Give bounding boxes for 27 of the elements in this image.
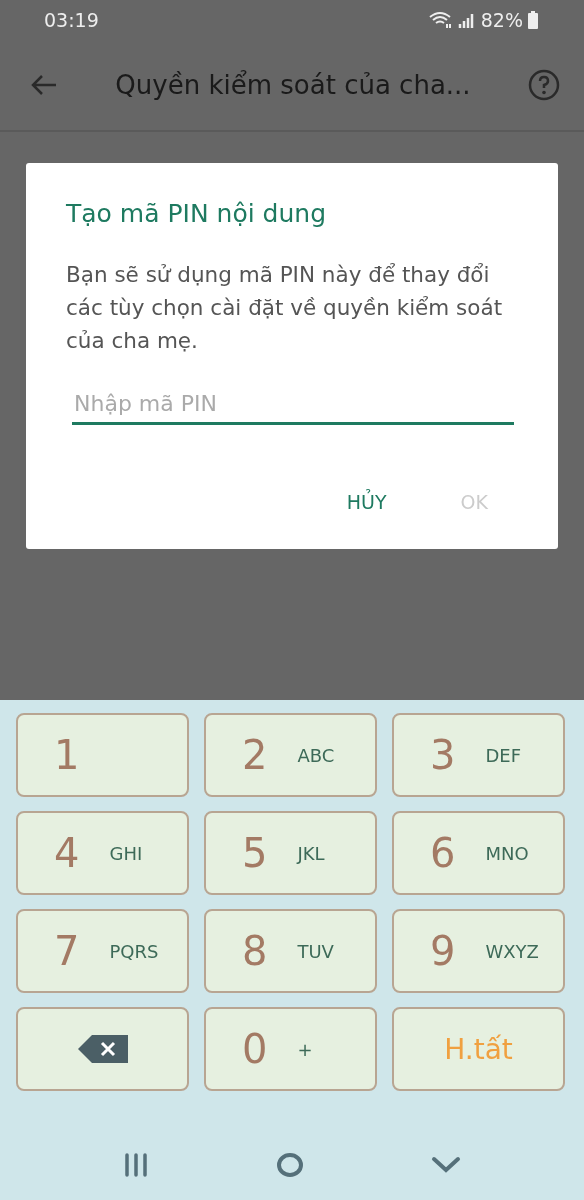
- digit-key[interactable]: 3 DEF: [392, 713, 565, 797]
- home-icon[interactable]: [276, 1152, 304, 1178]
- signal-icon: [457, 11, 476, 29]
- status-time: 03:19: [44, 9, 99, 31]
- chevron-down-icon[interactable]: [430, 1156, 461, 1174]
- battery-percentage: 82%: [480, 9, 523, 31]
- digit-key[interactable]: 7 PQRS: [16, 909, 189, 993]
- digit-key[interactable]: 2 ABC: [204, 713, 377, 797]
- digit-key[interactable]: 6 MNO: [392, 811, 565, 895]
- dialog-message: Bạn sẽ sử dụng mã PIN này để thay đổi các tùy chọn cài đặt về quyền kiểm soát của cha mẹ.: [66, 261, 504, 355]
- page-title: Quyền kiểm soát của cha...: [114, 70, 472, 100]
- digit-key[interactable]: 9 WXYZ: [392, 909, 565, 993]
- battery-icon: [528, 11, 538, 29]
- digit-key[interactable]: 4 GHI: [16, 811, 189, 895]
- backspace-key[interactable]: [16, 1007, 189, 1091]
- back-arrow-icon[interactable]: [30, 73, 58, 97]
- backspace-icon: [77, 1034, 128, 1064]
- digit-key[interactable]: 5 JKL: [204, 811, 377, 895]
- digit-key[interactable]: 0 +: [204, 1007, 377, 1091]
- pin-input-field[interactable]: Nhập mã PIN: [72, 387, 514, 425]
- digit-key[interactable]: 1: [16, 713, 189, 797]
- help-icon[interactable]: [528, 69, 560, 101]
- digit-key[interactable]: 8 TUV: [204, 909, 377, 993]
- recent-apps-icon[interactable]: [123, 1153, 150, 1177]
- wifi-icon: [428, 11, 453, 29]
- dialog-title: Tạo mã PIN nội dung: [66, 199, 327, 228]
- dialog-button[interactable]: HỦY: [334, 485, 399, 519]
